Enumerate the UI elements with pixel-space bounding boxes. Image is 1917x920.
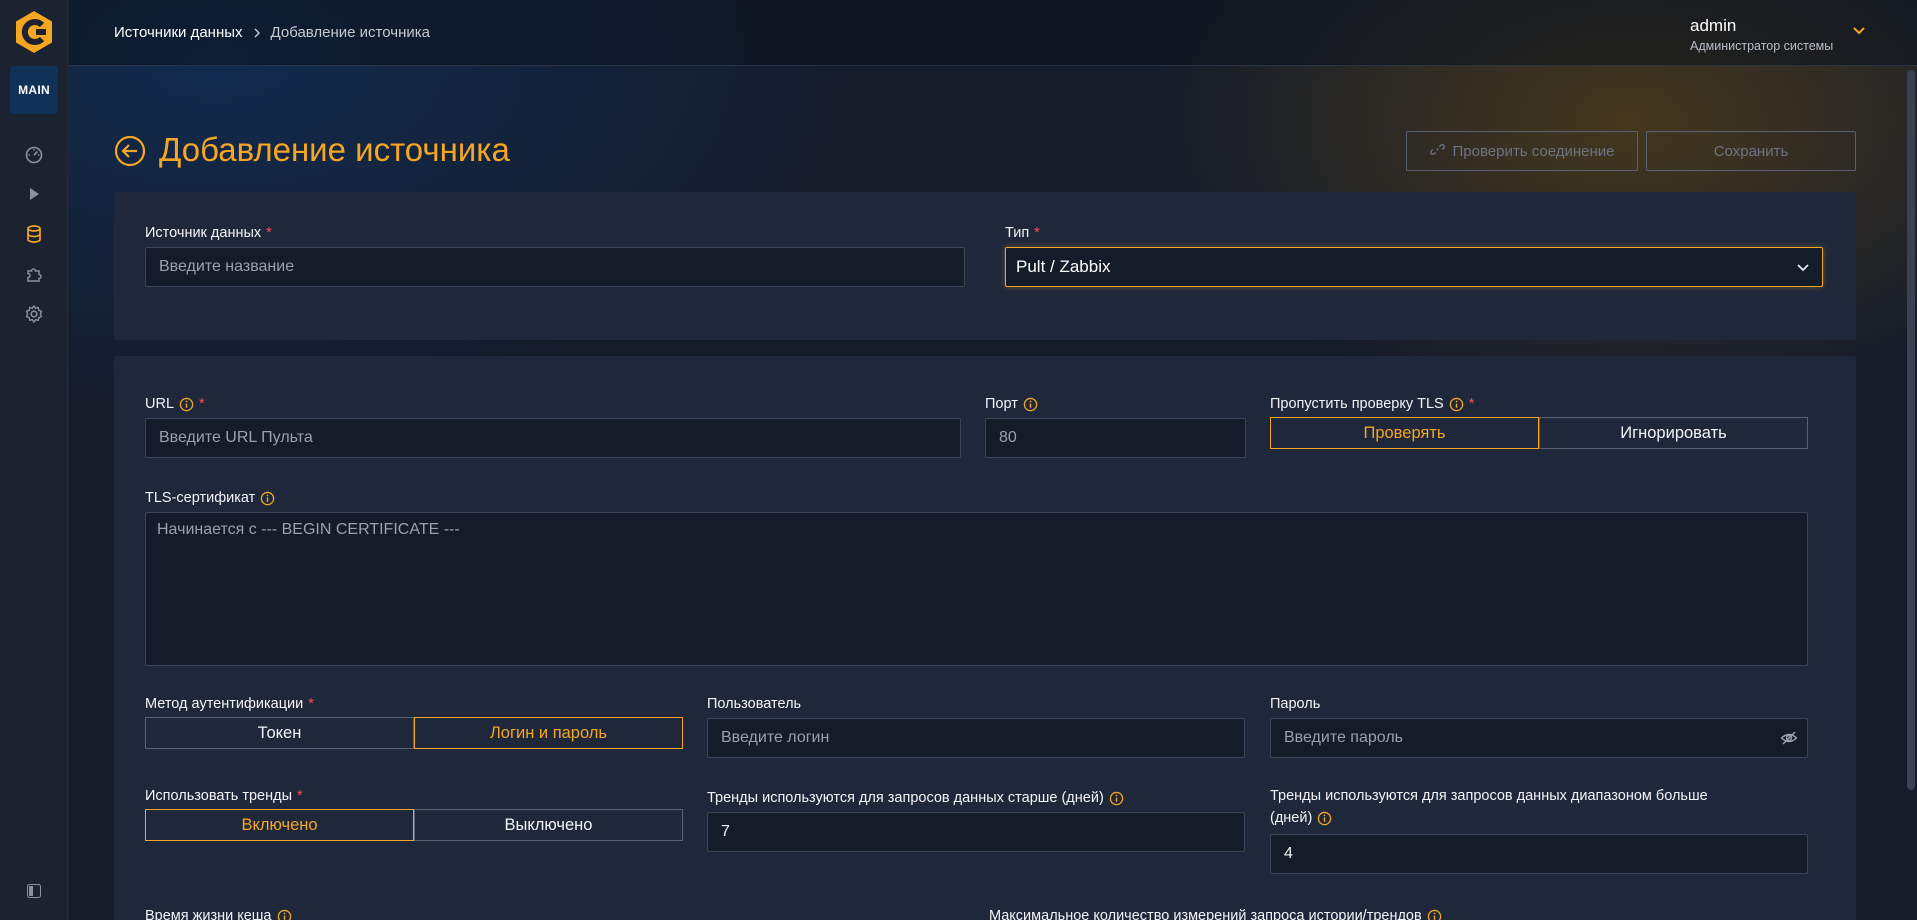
- trends-range-input[interactable]: 4: [1270, 834, 1808, 874]
- breadcrumb-link-sources[interactable]: Источники данных: [114, 24, 243, 41]
- info-icon[interactable]: [277, 909, 292, 920]
- info-icon[interactable]: [1023, 397, 1038, 412]
- trends-range-label-cont: (дней): [1270, 810, 1332, 826]
- type-label: Тип *: [1005, 225, 1040, 241]
- dashboard-icon[interactable]: [22, 142, 46, 166]
- max-metrics-label: Максимальное количество измерений запрос…: [989, 908, 1442, 920]
- info-icon[interactable]: [260, 491, 275, 506]
- password-label: Пароль: [1270, 696, 1321, 712]
- chevron-down-icon[interactable]: [1852, 24, 1866, 38]
- link-icon: [1429, 142, 1445, 161]
- password-input[interactable]: Введите пароль: [1270, 718, 1808, 758]
- tls-ignore-option[interactable]: Игнорировать: [1539, 417, 1808, 449]
- database-icon[interactable]: [22, 222, 46, 246]
- gear-icon[interactable]: [22, 302, 46, 326]
- url-input[interactable]: Введите URL Пульта: [145, 418, 961, 458]
- eye-off-icon[interactable]: [1780, 729, 1798, 747]
- tls-skip-label: Пропустить проверку TLS *: [1270, 396, 1475, 412]
- cache-ttl-label: Время жизни кеша: [145, 908, 292, 920]
- port-label: Порт: [985, 396, 1038, 412]
- breadcrumb: Источники данных Добавление источника: [114, 24, 430, 41]
- workspace-main-tag[interactable]: MAIN: [10, 66, 58, 114]
- page-title: Добавление источника: [159, 131, 510, 168]
- trends-older-label: Тренды используются для запросов данных …: [707, 790, 1124, 806]
- port-input[interactable]: 80: [985, 418, 1246, 458]
- info-icon[interactable]: [1317, 811, 1332, 826]
- auth-login-option[interactable]: Логин и пароль: [414, 717, 683, 749]
- login-input[interactable]: Введите логин: [707, 718, 1245, 758]
- check-connection-button[interactable]: Проверить соединение: [1406, 131, 1638, 171]
- trends-label: Использовать тренды *: [145, 788, 303, 804]
- auth-token-option[interactable]: Токен: [145, 717, 414, 749]
- tls-cert-label: TLS-сертификат: [145, 490, 275, 506]
- info-icon[interactable]: [179, 397, 194, 412]
- url-label: URL *: [145, 396, 205, 412]
- info-icon[interactable]: [1109, 791, 1124, 806]
- tls-verify-option[interactable]: Проверять: [1270, 417, 1539, 449]
- tls-cert-textarea[interactable]: Начинается с --- BEGIN CERTIFICATE ---: [145, 512, 1808, 666]
- trends-toggle: Включено Выключено: [145, 809, 683, 841]
- sidebar-collapse-icon[interactable]: [27, 884, 41, 898]
- info-icon[interactable]: [1427, 909, 1442, 920]
- type-value: Pult / Zabbix: [1016, 257, 1111, 276]
- auth-method-label: Метод аутентификации *: [145, 696, 314, 712]
- user-label: Пользователь: [707, 696, 802, 712]
- back-arrow-icon[interactable]: [114, 135, 146, 167]
- trends-older-input[interactable]: 7: [707, 812, 1245, 852]
- app-logo[interactable]: [12, 10, 56, 54]
- play-icon[interactable]: [22, 182, 46, 206]
- save-button[interactable]: Сохранить: [1646, 131, 1856, 171]
- scrollbar-thumb[interactable]: [1907, 70, 1915, 790]
- source-label: Источник данных *: [145, 225, 272, 241]
- tls-skip-toggle: Проверять Игнорировать: [1270, 417, 1808, 449]
- trends-on-option[interactable]: Включено: [145, 809, 414, 841]
- chevron-down-icon: [1797, 264, 1809, 272]
- trends-off-option[interactable]: Выключено: [414, 809, 683, 841]
- info-icon[interactable]: [1449, 397, 1464, 412]
- breadcrumb-current: Добавление источника: [270, 24, 430, 41]
- chevron-right-icon: [252, 25, 262, 41]
- puzzle-icon[interactable]: [22, 262, 46, 286]
- user-role: Администратор системы: [1690, 39, 1834, 53]
- main-area: Источники данных Добавление источника ad…: [69, 0, 1917, 920]
- connection-card: URL * Введите URL Пульта Порт 80 Пропуст…: [114, 356, 1856, 920]
- check-connection-label: Проверить соединение: [1452, 142, 1615, 160]
- user-menu[interactable]: admin Администратор системы: [1690, 16, 1833, 53]
- sidebar: MAIN: [0, 0, 68, 920]
- type-select[interactable]: Pult / Zabbix: [1005, 247, 1823, 287]
- topbar: Источники данных Добавление источника ad…: [69, 0, 1917, 66]
- user-name: admin: [1690, 16, 1737, 35]
- source-name-input[interactable]: Введите название: [145, 247, 965, 287]
- trends-range-label: Тренды используются для запросов данных …: [1270, 788, 1708, 804]
- source-card: Источник данных * Введите название Тип * P…: [114, 192, 1856, 340]
- auth-method-toggle: Токен Логин и пароль: [145, 717, 683, 749]
